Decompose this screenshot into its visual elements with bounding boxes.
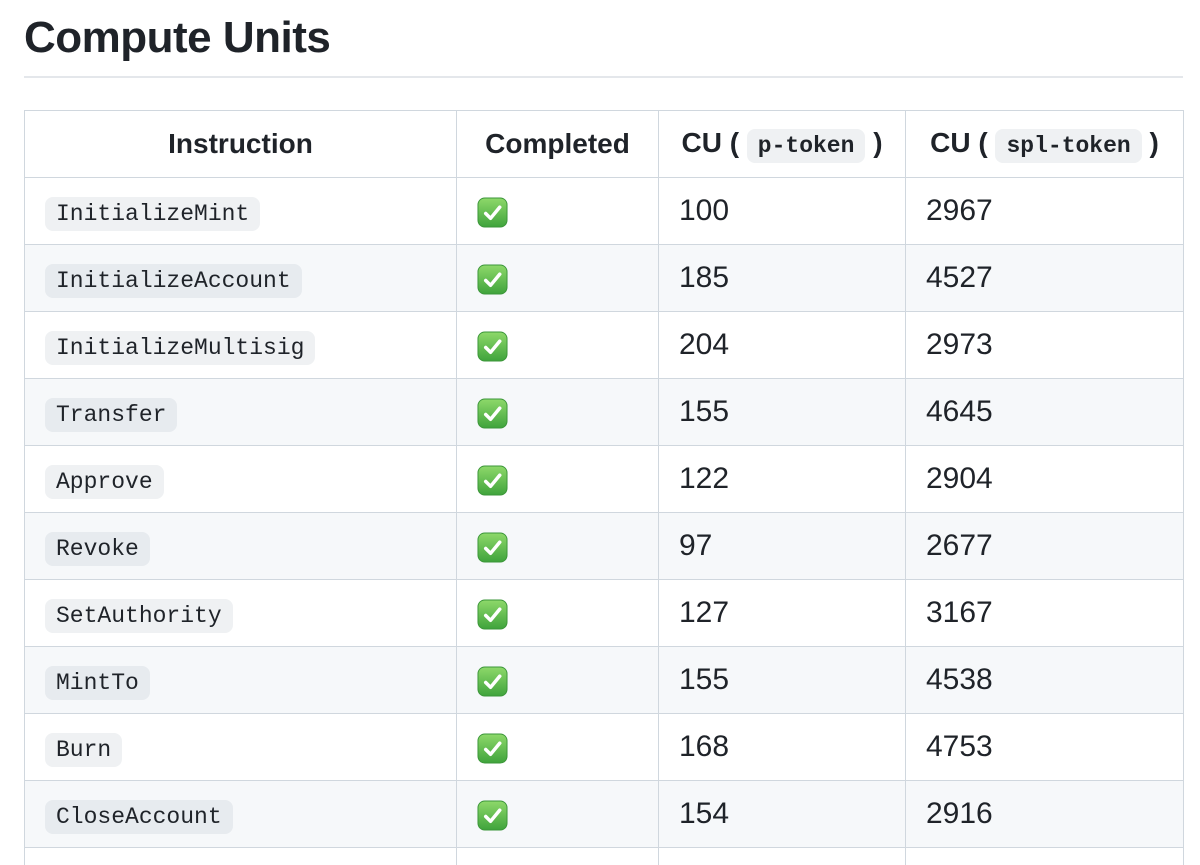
instruction-cell: InitializeAccount — [25, 245, 457, 312]
cu-spl-token-cell: 2967 — [906, 178, 1184, 245]
cu-spl-token-cell: 4645 — [906, 379, 1184, 446]
check-mark-icon — [477, 331, 508, 362]
cu-spl-token-cell: 3167 — [906, 580, 1184, 647]
cu-p-token-cell: 204 — [659, 312, 906, 379]
cu-p-token-cell: 127 — [659, 580, 906, 647]
table-row: InitializeMint 100 2967 — [25, 178, 1184, 245]
instruction-code-chip: MintTo — [45, 666, 150, 700]
check-mark-icon — [477, 532, 508, 563]
cu-p-token-cell: 168 — [659, 714, 906, 781]
completed-cell — [457, 379, 659, 446]
completed-cell — [457, 312, 659, 379]
table-row: SetAuthority 127 3167 — [25, 580, 1184, 647]
instruction-cell: MintTo — [25, 647, 457, 714]
cu-p-token-cell: 97 — [659, 513, 906, 580]
completed-cell — [457, 580, 659, 647]
instruction-cell: InitializeMint — [25, 178, 457, 245]
completed-cell — [457, 513, 659, 580]
instruction-code-chip: Transfer — [45, 398, 177, 432]
column-header-cu-p-token: CU ( p-token ) — [659, 111, 906, 178]
instruction-code-chip: Approve — [45, 465, 164, 499]
table-row: Transfer 155 4645 — [25, 379, 1184, 446]
completed-cell — [457, 647, 659, 714]
table-row: Burn 168 4753 — [25, 714, 1184, 781]
p-token-code-chip: p-token — [747, 129, 866, 163]
cu-p-token-cell: 155 — [659, 647, 906, 714]
table-row: Revoke 97 2677 — [25, 513, 1184, 580]
cu-p-token-cell: 155 — [659, 379, 906, 446]
instruction-cell: Revoke — [25, 513, 457, 580]
table-row-partial — [25, 848, 1184, 865]
table-header-row: Instruction Completed CU ( p-token ) CU … — [25, 111, 1184, 178]
cu-p-token-cell: 185 — [659, 245, 906, 312]
check-mark-icon — [477, 599, 508, 630]
instruction-code-chip: InitializeMultisig — [45, 331, 315, 365]
instruction-code-chip: CloseAccount — [45, 800, 233, 834]
cu-spl-token-cell: 2916 — [906, 781, 1184, 848]
compute-units-table: Instruction Completed CU ( p-token ) CU … — [24, 110, 1184, 865]
instruction-cell: InitializeMultisig — [25, 312, 457, 379]
instruction-cell — [25, 848, 457, 865]
instruction-code-chip: Revoke — [45, 532, 150, 566]
cu-p-token-cell: 100 — [659, 178, 906, 245]
check-mark-icon — [477, 666, 508, 697]
cu-spl-token-cell: 4538 — [906, 647, 1184, 714]
table-row: CloseAccount 154 2916 — [25, 781, 1184, 848]
cu-p-token-cell: 154 — [659, 781, 906, 848]
completed-cell — [457, 178, 659, 245]
completed-cell — [457, 714, 659, 781]
instruction-cell: Approve — [25, 446, 457, 513]
check-mark-icon — [477, 197, 508, 228]
cu-spl-token-cell: 2904 — [906, 446, 1184, 513]
table-row: InitializeMultisig 204 2973 — [25, 312, 1184, 379]
cu-spl-token-cell: 2677 — [906, 513, 1184, 580]
check-mark-icon — [477, 800, 508, 831]
cu-p-token-cell: 122 — [659, 446, 906, 513]
instruction-code-chip: Burn — [45, 733, 122, 767]
column-header-instruction: Instruction — [25, 111, 457, 178]
spl-token-code-chip: spl-token — [995, 129, 1141, 163]
instruction-cell: SetAuthority — [25, 580, 457, 647]
check-mark-icon — [477, 398, 508, 429]
table-row: Approve 122 2904 — [25, 446, 1184, 513]
column-header-completed: Completed — [457, 111, 659, 178]
page-title: Compute Units — [24, 0, 1183, 78]
check-mark-icon — [477, 733, 508, 764]
instruction-code-chip: SetAuthority — [45, 599, 233, 633]
instruction-cell: Transfer — [25, 379, 457, 446]
cu-spl-token-cell: 2973 — [906, 312, 1184, 379]
instruction-code-chip: InitializeMint — [45, 197, 260, 231]
cu-spl-token-cell — [906, 848, 1184, 865]
cu-spl-token-cell: 4753 — [906, 714, 1184, 781]
check-mark-icon — [477, 465, 508, 496]
completed-cell — [457, 848, 659, 865]
completed-cell — [457, 446, 659, 513]
check-mark-icon — [477, 264, 508, 295]
instruction-cell: Burn — [25, 714, 457, 781]
completed-cell — [457, 781, 659, 848]
content-container: Compute Units Instruction Completed CU (… — [24, 0, 1183, 865]
instruction-cell: CloseAccount — [25, 781, 457, 848]
column-header-cu-spl-token: CU ( spl-token ) — [906, 111, 1184, 178]
table-row: InitializeAccount 185 4527 — [25, 245, 1184, 312]
completed-cell — [457, 245, 659, 312]
instruction-code-chip: InitializeAccount — [45, 264, 302, 298]
table-row: MintTo 155 4538 — [25, 647, 1184, 714]
cu-p-token-cell — [659, 848, 906, 865]
cu-spl-token-cell: 4527 — [906, 245, 1184, 312]
